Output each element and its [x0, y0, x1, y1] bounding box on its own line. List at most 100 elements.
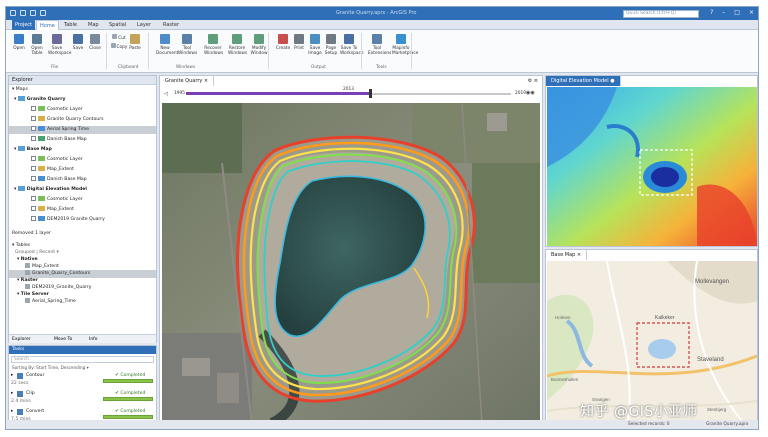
layer-checkbox[interactable] [31, 196, 36, 201]
layer-name: Granite Quarry Contours [47, 117, 104, 122]
tab-layer[interactable]: Layer [137, 22, 151, 28]
ribbon-icon [294, 34, 304, 44]
task-status: ✔ Completed [115, 391, 146, 396]
tree-layer[interactable]: Danish Base Map [31, 176, 87, 184]
ribbon-button-modify-window[interactable]: Modify Window [250, 34, 268, 56]
status-selected: Selected records: 0 [628, 422, 670, 427]
quick-search-input[interactable]: Quick Search (Ctrl+Q) [623, 10, 699, 18]
layer-checkbox[interactable] [31, 126, 36, 131]
tab-dem[interactable]: Digital Elevation Model ● [546, 76, 621, 86]
layer-checkbox[interactable] [31, 136, 36, 141]
tree-map[interactable]: ▾ Digital Elevation Model [14, 186, 87, 194]
layer-name: Cosmetic Layer [47, 157, 83, 162]
tree-layer[interactable]: Cosmetic Layer [31, 106, 83, 114]
ribbon-button-save-to-workspace[interactable]: Save To Workspace [340, 34, 364, 56]
ribbon-button-open[interactable]: Open [10, 34, 28, 51]
tab-raster[interactable]: Raster [163, 22, 179, 28]
ribbon-button-paste[interactable]: Paste [126, 34, 144, 51]
ribbon-icon [254, 34, 264, 44]
table-group-name: Tile Server [20, 292, 49, 297]
tab-explorer[interactable]: Explorer [12, 337, 31, 342]
dem-map[interactable] [547, 87, 757, 246]
aerial-map[interactable] [162, 103, 540, 425]
layer-checkbox[interactable] [31, 156, 36, 161]
ribbon-button-tool-extensions[interactable]: Tool Extensions [368, 34, 391, 56]
redo-icon[interactable] [40, 10, 46, 16]
ribbon-group-label: Windows [176, 65, 196, 70]
tree-map[interactable]: ▾ Base Map [14, 146, 52, 154]
explorer-tabs: Explorer Move To Info [9, 334, 156, 343]
ribbon-button-label: Tool Windows [178, 46, 198, 56]
ribbon-icon [344, 34, 354, 44]
layer-checkbox[interactable] [31, 206, 36, 211]
tab-granite-quarry[interactable]: Granite Quarry × [160, 76, 215, 86]
layer-checkbox[interactable] [31, 116, 36, 121]
table-icon [25, 263, 30, 268]
view-options-icon[interactable]: ⚙ ≡ [528, 78, 538, 84]
ribbon-button-page-setup[interactable]: Page Setup [322, 34, 340, 56]
tree-section-maps[interactable]: ▾ Maps [12, 86, 28, 94]
timeline-play-icon[interactable]: ◁ [164, 91, 168, 97]
timeline-controls-icon[interactable]: ◉◉ [526, 90, 535, 96]
layer-name: Map_Extent [47, 207, 74, 212]
tab-base-map[interactable]: Base Map × [546, 250, 588, 260]
ribbon-button-mapinfo-marketplace[interactable]: Mapinfo Marketplace [392, 34, 418, 56]
ribbon-button-label: Page Setup [324, 46, 338, 56]
ribbon-button-save[interactable]: Save [69, 34, 87, 51]
timeline-handle[interactable] [369, 89, 372, 98]
tasks-sort[interactable]: Sorting By: Start Time, Descending ▾ [12, 365, 89, 370]
tree-layer[interactable]: Danish Base Map [31, 136, 87, 144]
minimize-button[interactable]: – [722, 9, 725, 16]
layer-checkbox[interactable] [31, 176, 36, 181]
undo-icon[interactable] [30, 10, 36, 16]
task-name: Convert [26, 409, 45, 414]
ribbon-button-new-document[interactable]: New Document [156, 34, 178, 56]
save-icon[interactable] [20, 10, 26, 16]
maximize-button[interactable]: □ [734, 9, 740, 16]
table-icon [25, 270, 30, 275]
task-expand-icon[interactable]: ▸ [11, 409, 13, 414]
ribbon-button-open-table[interactable]: Open Table [28, 34, 46, 56]
tasks-search-input[interactable]: Search [11, 356, 154, 363]
help-icon[interactable]: ? [710, 9, 713, 16]
layer-name: Map_Extent [47, 167, 74, 172]
tree-layer[interactable]: DEM2019 Granite Quarry [31, 216, 105, 224]
ribbon-button-tool-windows[interactable]: Tool Windows [178, 34, 198, 56]
explorer-header: Explorer [9, 76, 156, 85]
tab-table[interactable]: Table [64, 22, 77, 28]
task-item[interactable]: ▸ Clip ✔ Completed 2.4 mins [11, 391, 154, 408]
task-expand-icon[interactable]: ▸ [11, 373, 13, 378]
ribbon-icon [208, 34, 218, 44]
layer-checkbox[interactable] [31, 106, 36, 111]
tree-layer[interactable]: Map_Extent [31, 206, 74, 214]
ribbon-icon [326, 34, 336, 44]
tree-map[interactable]: ▾ Granite Quarry [14, 96, 65, 104]
tree-layer[interactable]: Cosmetic Layer [31, 196, 83, 204]
tree-layer[interactable]: Aerial Spring Time [9, 126, 156, 134]
close-button[interactable]: × [749, 9, 754, 16]
task-expand-icon[interactable]: ▸ [11, 391, 13, 396]
table-item[interactable]: Aerial_Spring_Time [25, 298, 76, 306]
tree-layer[interactable]: Cosmetic Layer [31, 156, 83, 164]
app-icon[interactable] [10, 10, 16, 16]
ribbon-button-close[interactable]: Close [86, 34, 104, 51]
task-item[interactable]: ▸ Contour ✔ Completed 22 secs [11, 373, 154, 390]
building [182, 358, 210, 376]
layer-checkbox[interactable] [31, 166, 36, 171]
ribbon-button-recover-windows[interactable]: Recover Windows [204, 34, 223, 56]
building [487, 113, 507, 131]
place-label: Bonneshullen [551, 377, 579, 382]
tree-layer[interactable]: Granite Quarry Contours [31, 116, 104, 124]
tab-info[interactable]: Info [89, 337, 98, 342]
tree-layer[interactable]: Map_Extent [31, 166, 74, 174]
ribbon-button-save-workspace[interactable]: Save Workspace [48, 34, 72, 56]
tab-move-to[interactable]: Move To [54, 337, 72, 342]
ribbon-button-restore-windows[interactable]: Restore Windows [228, 34, 247, 56]
dem-view: Digital Elevation Model ● [545, 75, 758, 247]
tab-project[interactable]: Project [12, 20, 36, 30]
layer-checkbox[interactable] [31, 216, 36, 221]
layer-icon [38, 176, 45, 181]
tab-map[interactable]: Map [88, 22, 99, 28]
time-slider: ◁ 1995 2013 2019 ◉◉ [160, 87, 542, 101]
tab-spatial[interactable]: Spatial [109, 22, 126, 28]
